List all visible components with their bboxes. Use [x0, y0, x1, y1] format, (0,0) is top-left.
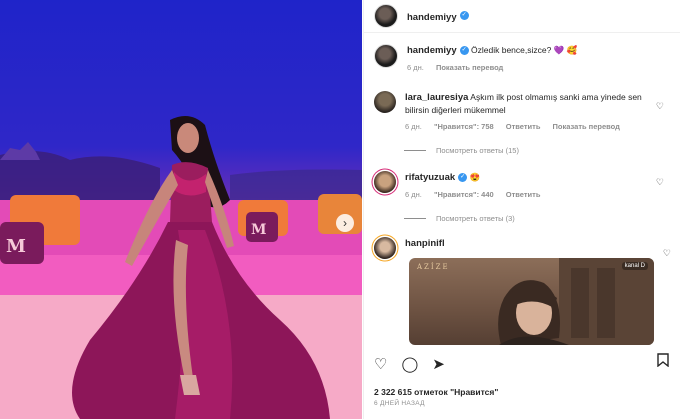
comment-avatar[interactable] — [374, 237, 396, 259]
caption-username[interactable]: handemiyy — [407, 45, 457, 56]
caption-time: 6 дн. — [407, 63, 424, 72]
verified-badge-icon: ✓ — [459, 11, 469, 21]
comment-username[interactable]: rifatyuzuak — [405, 172, 455, 183]
next-image-button[interactable]: › — [336, 214, 354, 232]
comment: rifatyuzuak ✓ 😍 6 дн. "Нравится": 440 Отв… — [374, 171, 674, 201]
post-header: handemiyy ✓ — [364, 0, 680, 33]
show-translation-button[interactable]: Показать перевод — [436, 63, 503, 72]
post-sidebar: handemiyy ✓ handemiyy ✓ Özledik bence,sizc… — [363, 0, 680, 419]
reply-button[interactable]: Ответить — [506, 122, 541, 131]
verified-badge-icon: ✓ — [459, 46, 469, 56]
gif-art — [498, 258, 654, 345]
share-icon[interactable]: ➤ — [432, 355, 445, 373]
post-image: M M › — [0, 0, 362, 419]
comment-username[interactable]: hanpinifl — [405, 238, 445, 249]
comment: hanpinifl — [374, 237, 674, 259]
reply-button[interactable]: Ответить — [506, 190, 541, 199]
comment-like-heart-icon[interactable]: ♡ — [656, 101, 664, 112]
likes-count[interactable]: 2 322 615 отметок "Нравится" — [374, 387, 498, 397]
gif-title: AZİZE — [417, 263, 450, 271]
post-actions: ♡ ◯ ➤ 2 322 615 отметок "Нравится" 6 ДНЕ… — [374, 345, 671, 409]
heart-icon[interactable]: ♡ — [374, 355, 387, 373]
comment-time: 6 дн. — [405, 122, 422, 131]
chevron-right-icon: › — [343, 216, 347, 230]
post-photo-art: M M — [0, 116, 362, 419]
author-avatar[interactable] — [374, 4, 398, 28]
gif-channel-logo: kanal D — [621, 262, 648, 270]
show-translation-button[interactable]: Показать перевод — [553, 122, 620, 131]
comment-gif[interactable]: AZİZE kanal D — [409, 258, 654, 345]
comment-text: 😍 — [469, 172, 481, 182]
comment-icon[interactable]: ◯ — [401, 355, 418, 373]
post-date: 6 ДНЕЙ НАЗАД — [374, 400, 425, 407]
comment-username[interactable]: lara_lauresiya — [405, 92, 468, 103]
caption: handemiyy ✓ Özledik bence,sizce? 💜 🥰 6 дн… — [374, 44, 674, 74]
svg-text:M: M — [6, 236, 26, 257]
comment-time: 6 дн. — [405, 190, 422, 199]
view-replies-button[interactable]: Посмотреть ответы (3) — [404, 214, 515, 223]
comment-likes[interactable]: "Нравится": 440 — [434, 190, 494, 199]
comment: lara_lauresiya Aşkım ilk post olmamış sa… — [374, 91, 674, 133]
view-replies-button[interactable]: Посмотреть ответы (15) — [404, 146, 519, 155]
bookmark-icon[interactable] — [657, 353, 669, 371]
comment-likes[interactable]: "Нравится": 758 — [434, 122, 494, 131]
comment-avatar[interactable] — [374, 171, 396, 193]
comment-like-heart-icon[interactable]: ♡ — [656, 177, 664, 188]
comment-avatar[interactable] — [374, 91, 396, 113]
caption-text: Özledik bence,sizce? 💜 🥰 — [471, 45, 578, 55]
svg-text:M: M — [251, 222, 267, 238]
verified-badge-icon: ✓ — [458, 173, 468, 183]
author-username[interactable]: handemiyy — [407, 12, 457, 23]
comment-like-heart-icon[interactable]: ♡ — [663, 248, 671, 259]
caption-avatar[interactable] — [374, 44, 398, 68]
